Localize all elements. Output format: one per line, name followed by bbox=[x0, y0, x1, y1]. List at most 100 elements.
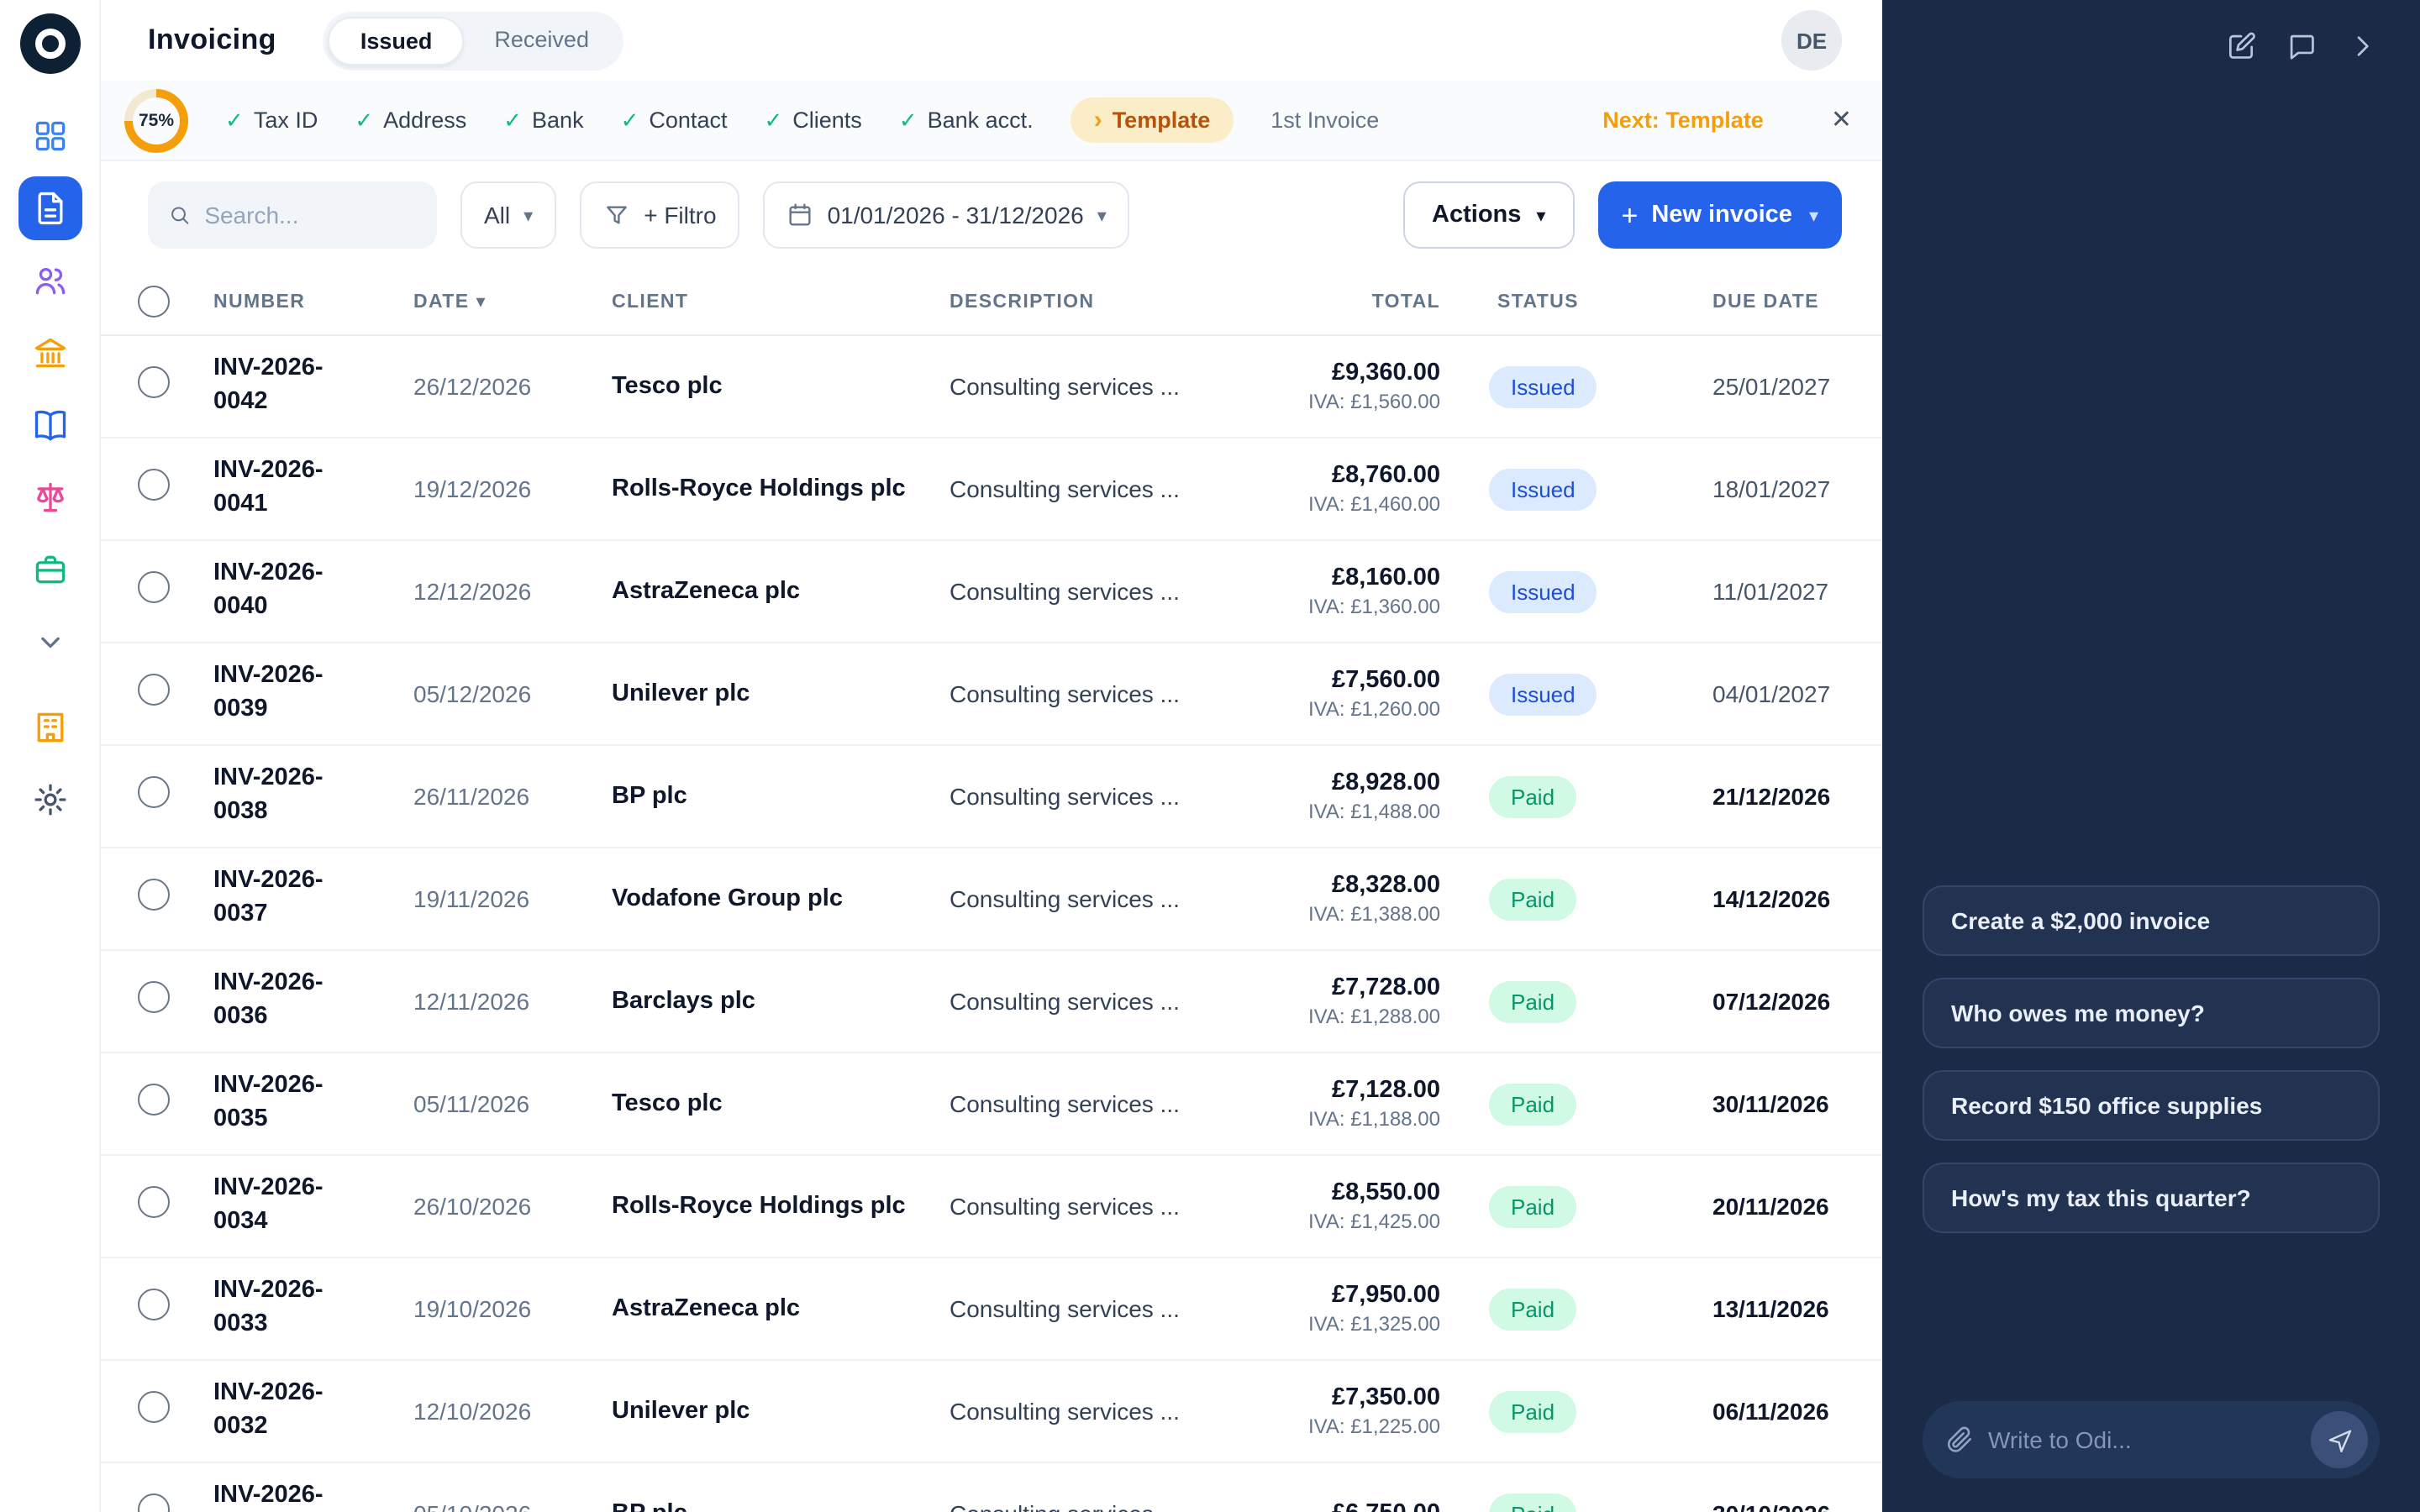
sidebar-item-clients[interactable] bbox=[18, 249, 82, 312]
table-row[interactable]: INV-2026-0041 19/12/2026 Rolls-Royce Holdi… bbox=[101, 438, 1882, 541]
onboarding-steps: ✓ Tax ID ✓ Address ✓ Bank ✓ Contact ✓ Clients ✓ Ban… bbox=[225, 97, 1379, 143]
row-checkbox[interactable] bbox=[138, 1289, 170, 1320]
sort-icon: ▾ bbox=[476, 292, 487, 312]
row-checkbox[interactable] bbox=[138, 571, 170, 603]
chevron-down-icon: ▾ bbox=[1536, 206, 1546, 226]
avatar[interactable]: DE bbox=[1781, 10, 1842, 71]
collapse-panel-button[interactable] bbox=[2343, 27, 2380, 64]
row-checkbox[interactable] bbox=[138, 366, 170, 398]
sidebar-item-projects[interactable] bbox=[18, 538, 82, 601]
sidebar-item-dashboard[interactable] bbox=[18, 104, 82, 168]
onboarding-step-template[interactable]: › Template bbox=[1070, 97, 1234, 143]
suggestion-chip[interactable]: Create a $2,000 invoice bbox=[1923, 885, 2380, 956]
invoice-client: Vodafone Group plc bbox=[612, 885, 843, 912]
row-checkbox[interactable] bbox=[138, 1494, 170, 1512]
invoice-date: 05/11/2026 bbox=[413, 1090, 530, 1117]
invoice-date: 26/11/2026 bbox=[413, 783, 530, 810]
progress-percent: 75% bbox=[133, 97, 180, 144]
check-icon: ✓ bbox=[503, 107, 523, 132]
table-row[interactable]: INV-2026-0033 19/10/2026 AstraZeneca plc Co… bbox=[101, 1258, 1882, 1361]
assistant-input[interactable] bbox=[1988, 1426, 2297, 1453]
send-button[interactable] bbox=[2311, 1411, 2368, 1468]
column-header-description[interactable]: DESCRIPTION bbox=[950, 291, 1230, 312]
suggestion-chip[interactable]: Who owes me money? bbox=[1923, 978, 2380, 1048]
onboarding-step-1st-invoice[interactable]: 1st Invoice bbox=[1270, 108, 1379, 133]
invoice-due-date: 14/12/2026 bbox=[1712, 885, 1831, 912]
column-header-status[interactable]: STATUS bbox=[1445, 291, 1706, 312]
onboarding-step-address[interactable]: ✓ Address bbox=[355, 107, 466, 134]
status-badge: Issued bbox=[1489, 365, 1597, 407]
column-header-date[interactable]: DATE ▾ bbox=[413, 291, 612, 312]
onboarding-step-contact[interactable]: ✓ Contact bbox=[621, 107, 728, 134]
chevron-down-icon: ▾ bbox=[1808, 206, 1818, 226]
invoice-due-date: 30/10/2026 bbox=[1706, 1500, 1842, 1512]
invoice-due-date: 07/12/2026 bbox=[1712, 988, 1831, 1015]
invoice-total: £6,750.00 bbox=[1230, 1500, 1440, 1512]
row-checkbox[interactable] bbox=[138, 879, 170, 911]
onboarding-step-bank-acct-[interactable]: ✓ Bank acct. bbox=[899, 107, 1034, 134]
check-icon: ✓ bbox=[620, 107, 639, 132]
search-input[interactable] bbox=[204, 202, 417, 228]
row-checkbox[interactable] bbox=[138, 1084, 170, 1116]
sidebar-item-ledger[interactable] bbox=[18, 393, 82, 457]
sidebar-item-company[interactable] bbox=[18, 696, 82, 759]
sidebar-item-invoices[interactable] bbox=[18, 176, 82, 240]
row-checkbox[interactable] bbox=[138, 1186, 170, 1218]
date-range-picker[interactable]: 01/01/2026 - 31/12/2026 ▾ bbox=[763, 181, 1130, 249]
calendar-icon bbox=[790, 203, 812, 226]
invoice-client: Barclays plc bbox=[612, 988, 755, 1015]
table-row[interactable]: INV-2026-0036 12/11/2026 Barclays plc Consu… bbox=[101, 951, 1882, 1053]
close-icon[interactable]: ✕ bbox=[1831, 108, 1852, 133]
select-all-checkbox[interactable] bbox=[138, 286, 170, 318]
attachment-icon[interactable] bbox=[1944, 1425, 1975, 1455]
table-row[interactable]: INV-2026-0031 05/10/2026BP plcConsulting … bbox=[101, 1463, 1882, 1512]
row-checkbox[interactable] bbox=[138, 981, 170, 1013]
table-row[interactable]: INV-2026-0038 26/11/2026 BP plc Consulting … bbox=[101, 746, 1882, 848]
invoice-client: Unilever plc bbox=[612, 1398, 750, 1425]
column-header-total[interactable]: TOTAL bbox=[1230, 291, 1445, 312]
suggestion-chip[interactable]: Record $150 office supplies bbox=[1923, 1070, 2380, 1141]
suggestion-chip[interactable]: How's my tax this quarter? bbox=[1923, 1163, 2380, 1233]
invoice-total: £9,360.00 bbox=[1331, 360, 1440, 386]
new-invoice-button[interactable]: + New invoice ▾ bbox=[1597, 181, 1842, 249]
invoice-total: £7,350.00 bbox=[1331, 1384, 1440, 1411]
table-row[interactable]: INV-2026-0032 12/10/2026 Unilever plc Consu… bbox=[101, 1361, 1882, 1463]
chat-history-button[interactable] bbox=[2282, 27, 2319, 64]
new-chat-button[interactable] bbox=[2222, 27, 2259, 64]
app-logo[interactable] bbox=[19, 13, 80, 74]
invoice-total: £7,950.00 bbox=[1331, 1282, 1440, 1309]
sidebar-item-bank[interactable] bbox=[18, 321, 82, 385]
row-checkbox[interactable] bbox=[138, 469, 170, 501]
tab-received[interactable]: Received bbox=[464, 16, 619, 65]
invoice-iva: IVA: £1,260.00 bbox=[1307, 697, 1440, 721]
tab-issued[interactable]: Issued bbox=[328, 16, 465, 65]
table-row[interactable]: INV-2026-0037 19/11/2026 Vodafone Group pl… bbox=[101, 848, 1882, 951]
progress-ring: 75% bbox=[124, 88, 188, 152]
table-row[interactable]: INV-2026-0034 26/10/2026 Rolls-Royce Holdi… bbox=[101, 1156, 1882, 1258]
scope-dropdown[interactable]: All ▾ bbox=[460, 181, 557, 249]
invoice-description: Consulting services ... bbox=[950, 783, 1180, 810]
actions-button[interactable]: Actions ▾ bbox=[1403, 181, 1575, 249]
onboarding-step-bank[interactable]: ✓ Bank bbox=[503, 107, 583, 134]
row-checkbox[interactable] bbox=[138, 776, 170, 808]
invoice-iva: IVA: £1,288.00 bbox=[1307, 1005, 1440, 1028]
column-header-number[interactable]: NUMBER bbox=[213, 291, 413, 312]
table-row[interactable]: INV-2026-0042 26/12/2026 Tesco plc Consulti… bbox=[101, 336, 1882, 438]
row-checkbox[interactable] bbox=[138, 674, 170, 706]
onboarding-step-tax-id[interactable]: ✓ Tax ID bbox=[225, 107, 318, 134]
sidebar-expand[interactable] bbox=[18, 610, 82, 674]
column-header-due-date[interactable]: DUE DATE bbox=[1706, 291, 1842, 312]
invoice-client: Rolls-Royce Holdings plc bbox=[612, 475, 906, 502]
sidebar-item-settings[interactable] bbox=[18, 768, 82, 832]
column-header-client[interactable]: CLIENT bbox=[612, 291, 950, 312]
sidebar-item-taxes[interactable] bbox=[18, 465, 82, 529]
filter-button[interactable]: + Filtro bbox=[580, 181, 740, 249]
invoice-iva: IVA: £1,325.00 bbox=[1307, 1312, 1440, 1336]
check-icon: ✓ bbox=[355, 107, 374, 132]
invoice-total: £7,128.00 bbox=[1331, 1077, 1440, 1104]
table-row[interactable]: INV-2026-0035 05/11/2026 Tesco plc Consulti… bbox=[101, 1053, 1882, 1156]
onboarding-step-clients[interactable]: ✓ Clients bbox=[764, 107, 861, 134]
table-row[interactable]: INV-2026-0040 12/12/2026 AstraZeneca plc Co… bbox=[101, 541, 1882, 643]
table-row[interactable]: INV-2026-0039 05/12/2026 Unilever plc Consu… bbox=[101, 643, 1882, 746]
row-checkbox[interactable] bbox=[138, 1391, 170, 1423]
